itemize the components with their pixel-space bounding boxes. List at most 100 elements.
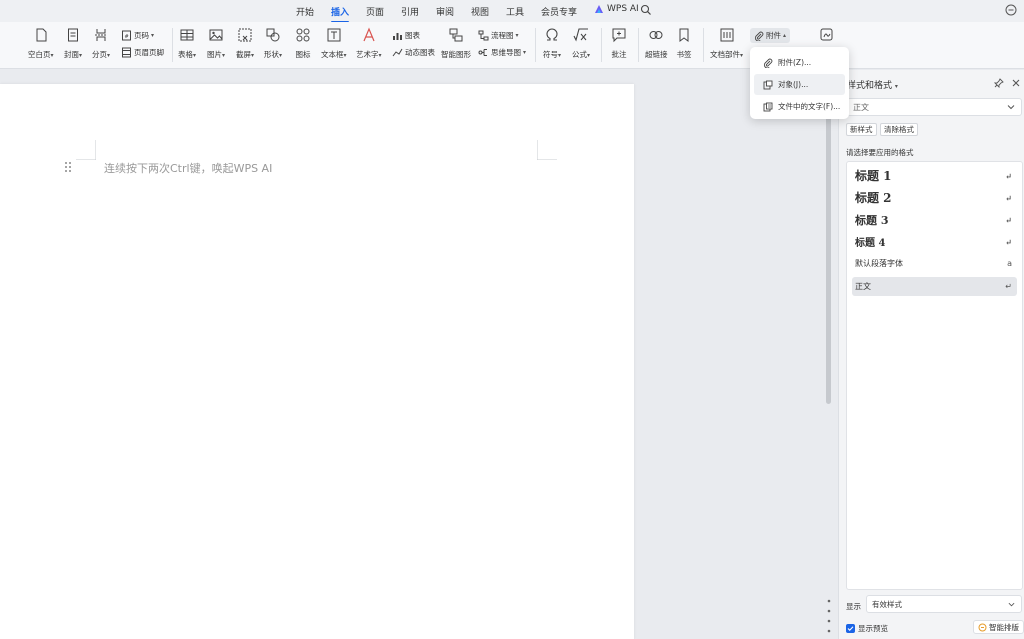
text-from-file-item[interactable]: 文件中的文字(F)... <box>754 96 845 117</box>
mindmap-label: 思维导图 <box>491 48 521 57</box>
smart-layout-button[interactable]: 智能排版 <box>973 620 1024 634</box>
ribbon-divider <box>638 28 639 62</box>
attachment-menu-button[interactable]: 附件 ▴ <box>750 28 791 43</box>
chart-icon <box>393 33 402 40</box>
ribbon-divider <box>703 28 704 62</box>
tab-page[interactable]: 页面 <box>366 5 384 18</box>
current-style-value: 正文 <box>853 102 869 112</box>
header-footer-button[interactable]: 页眉页脚 <box>121 47 164 58</box>
doc-parts-button[interactable]: 文档部件▾ <box>710 27 743 60</box>
dynamic-chart-button[interactable]: 动态图表 <box>392 47 435 58</box>
tab-member[interactable]: 会员专享 <box>541 5 577 18</box>
ai-hint-text: 连续按下两次Ctrl键，唤起WPS AI <box>104 162 273 175</box>
wordart-button[interactable]: 艺术字▾ <box>356 27 382 60</box>
object-icon <box>763 80 773 89</box>
textbox-button[interactable]: 文本框▾ <box>321 27 347 60</box>
tab-home[interactable]: 开始 <box>296 5 314 18</box>
doc-parts-icon <box>720 28 733 42</box>
current-style-select[interactable]: 正文 <box>847 98 1022 116</box>
smart-graphic-label: 智能图形 <box>441 50 471 59</box>
screenshot-button[interactable]: 截屏▾ <box>236 27 254 60</box>
page-number-label: 页码 <box>134 31 149 40</box>
tab-wps-ai[interactable]: WPS AI <box>594 4 639 14</box>
insert-object-item[interactable]: 对象(J)... <box>754 74 845 95</box>
styles-pane: 样式和格式 ▾ 正文 新样式 清除格式 请选择要应用的格式 标题 1 ↵ 标题 2… <box>838 70 1024 639</box>
style-default-paragraph-font[interactable]: 默认段落字体 a <box>852 254 1017 273</box>
document-page[interactable] <box>0 84 634 639</box>
show-style-select[interactable]: 有效样式 <box>866 595 1022 613</box>
style-heading-1[interactable]: 标题 1 ↵ <box>852 166 1017 185</box>
style-heading-4[interactable]: 标题 4 ↵ <box>852 232 1017 251</box>
hyperlink-button[interactable]: 超链接 <box>645 27 668 60</box>
tab-references[interactable]: 引用 <box>401 5 419 18</box>
menu-tab-bar: 开始 插入 页面 引用 审阅 视图 工具 会员专享 WPS AI <box>0 0 1024 23</box>
attachment-label: 附件 <box>766 31 781 40</box>
bookmark-icon <box>679 28 689 42</box>
wps-ai-label: WPS AI <box>607 4 639 14</box>
formula-label: 公式 <box>572 50 587 59</box>
cover-button[interactable]: 封面▾ <box>64 27 82 60</box>
formula-button[interactable]: 公式▾ <box>572 27 590 60</box>
symbol-button[interactable]: 符号▾ <box>543 27 561 60</box>
shape-label: 形状 <box>264 50 279 59</box>
blank-page-button[interactable]: 空白页▾ <box>28 27 54 60</box>
paperclip-icon <box>763 58 773 68</box>
show-label: 显示 <box>846 602 861 611</box>
text-from-file-label: 文件中的文字(F)... <box>778 102 841 111</box>
flowchart-button[interactable]: 流程图 ▾ <box>478 30 519 41</box>
show-style-value: 有效样式 <box>872 599 902 609</box>
file-text-icon <box>763 102 773 111</box>
shape-button[interactable]: 形状▾ <box>264 27 282 60</box>
mindmap-button[interactable]: 思维导图 ▾ <box>478 47 526 58</box>
page-number-button[interactable]: # 页码 ▾ <box>121 30 154 41</box>
textbox-label: 文本框 <box>321 50 344 59</box>
style-heading-3[interactable]: 标题 3 ↵ <box>852 210 1017 229</box>
drag-handle-icon[interactable] <box>64 161 72 173</box>
pane-title[interactable]: 样式和格式 ▾ <box>847 78 898 91</box>
extra-tool-button[interactable] <box>819 27 835 43</box>
smart-graphic-icon <box>449 28 463 42</box>
show-preview-label: 显示预览 <box>858 624 888 633</box>
page-break-button[interactable]: 分页▾ <box>92 27 110 60</box>
style-list: 标题 1 ↵ 标题 2 ↵ 标题 3 ↵ 标题 4 ↵ 默认段落字体 a 正文 ↵ <box>846 161 1023 590</box>
svg-text:#: # <box>125 34 129 40</box>
clear-format-button[interactable]: 清除格式 <box>880 123 918 136</box>
show-preview-toggle[interactable]: 显示预览 <box>846 623 888 634</box>
bookmark-button[interactable]: 书签 <box>676 27 692 60</box>
comment-button[interactable]: 批注 <box>611 27 627 60</box>
new-style-button[interactable]: 新样式 <box>846 123 877 136</box>
tab-tools[interactable]: 工具 <box>506 5 524 18</box>
table-icon <box>180 29 194 41</box>
style-heading-2[interactable]: 标题 2 ↵ <box>852 188 1017 207</box>
omega-icon <box>546 28 558 41</box>
checkbox-checked-icon[interactable] <box>846 624 855 633</box>
tab-view[interactable]: 视图 <box>471 5 489 18</box>
insert-ribbon: 空白页▾ 封面▾ 分页▾ # 页码 ▾ 页眉页脚 表格▾ 图片▾ 截屏▾ 形状▾ … <box>0 22 1024 69</box>
vertical-scrollbar[interactable] <box>826 70 831 404</box>
search-icon[interactable] <box>640 4 652 16</box>
tab-insert[interactable]: 插入 <box>331 5 350 23</box>
hyperlink-label: 超链接 <box>645 50 668 59</box>
style-normal[interactable]: 正文 ↵ <box>852 277 1017 296</box>
link-icon <box>649 31 663 39</box>
choose-format-label: 请选择要应用的格式 <box>846 148 914 157</box>
table-button[interactable]: 表格▾ <box>178 27 196 60</box>
collapse-ribbon-icon[interactable] <box>1005 4 1017 16</box>
picture-button[interactable]: 图片▾ <box>207 27 225 60</box>
paperclip-icon <box>754 31 764 41</box>
ribbon-divider <box>172 28 173 62</box>
ribbon-divider <box>535 28 536 62</box>
shape-icon <box>266 28 280 42</box>
chart-button[interactable]: 图表 <box>392 30 420 41</box>
smart-graphic-button[interactable]: 智能图形 <box>441 27 471 60</box>
icon-library-button[interactable]: 图标 <box>295 27 311 60</box>
insert-attachment-item[interactable]: 附件(Z)... <box>754 52 845 73</box>
close-icon[interactable] <box>1011 78 1021 88</box>
blank-page-icon <box>36 28 47 42</box>
tab-review[interactable]: 审阅 <box>436 5 454 18</box>
pin-icon[interactable] <box>994 78 1004 88</box>
table-label: 表格 <box>178 50 193 59</box>
blank-page-label: 空白页 <box>28 50 51 59</box>
page-nav-icon[interactable] <box>825 598 833 638</box>
doc-parts-label: 文档部件 <box>710 50 740 59</box>
